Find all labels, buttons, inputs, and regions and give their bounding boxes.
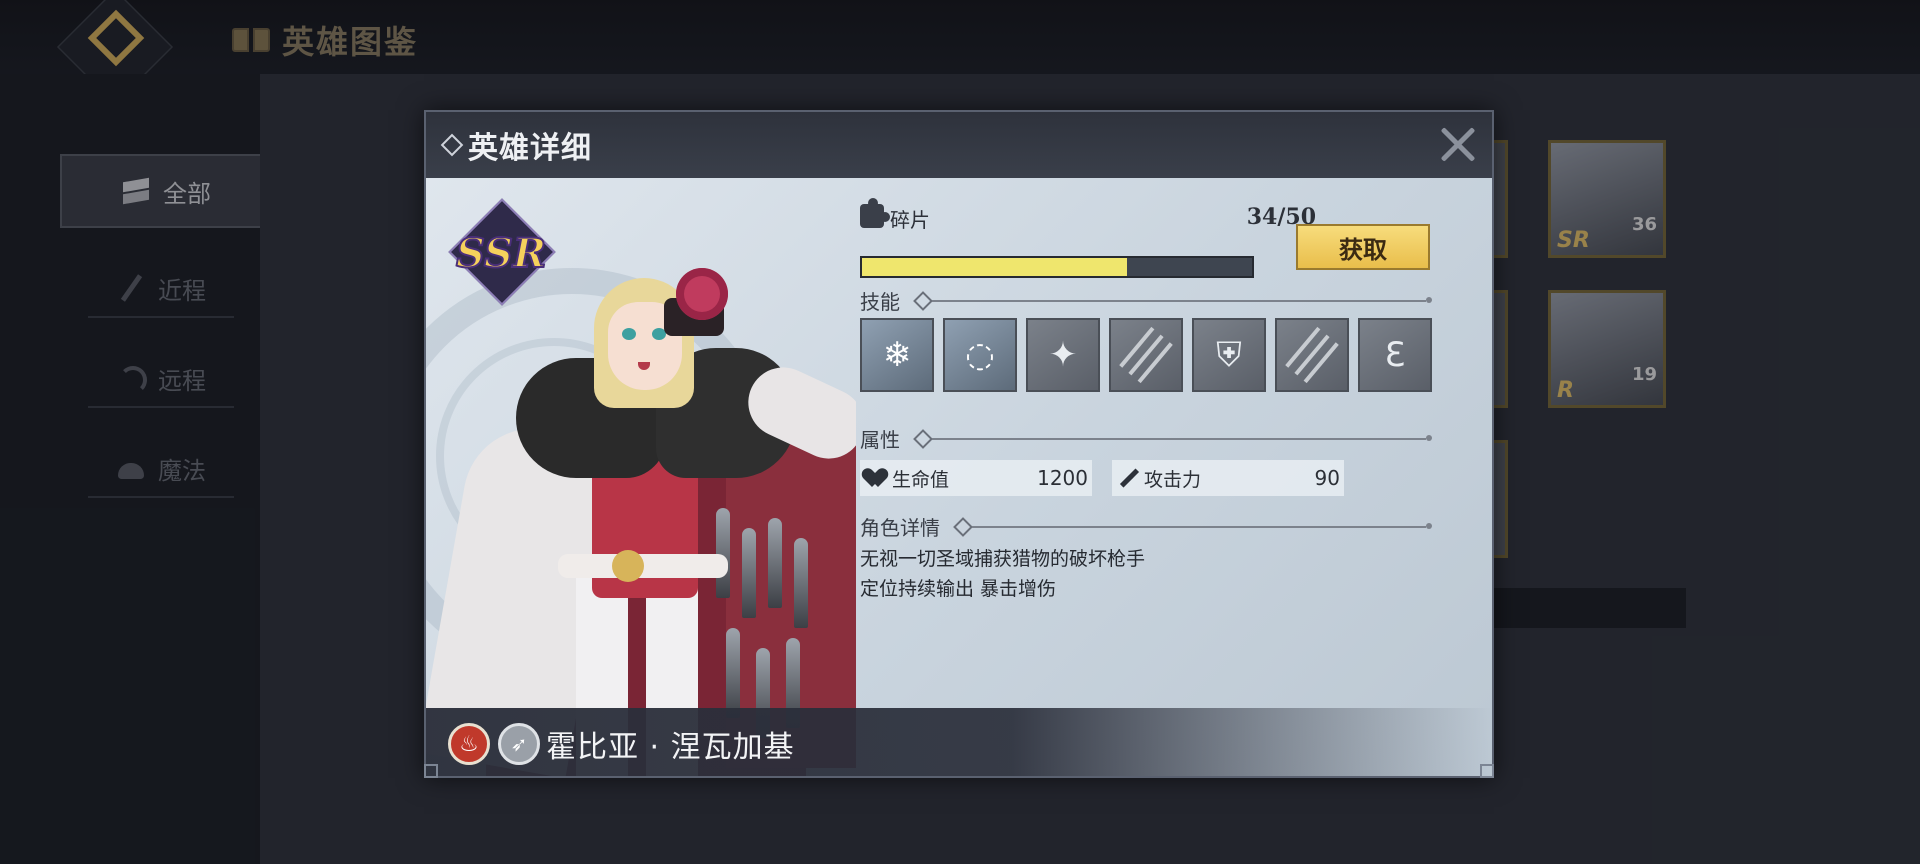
divider bbox=[1426, 297, 1432, 303]
slash-mark bbox=[1137, 342, 1173, 384]
fragment-label: 碎片 bbox=[890, 208, 930, 232]
knife-icon bbox=[794, 538, 808, 628]
attack-value: 90 bbox=[1314, 466, 1340, 490]
skills-section-header: 技能 bbox=[858, 284, 1438, 314]
rose-icon bbox=[676, 268, 728, 320]
corner-ornament bbox=[1480, 764, 1494, 778]
dialog-body: SSR 碎片 34/50 获取 技能 ❄ ◌ ✦ ⛨ Ɛ 属性 生命值 1200… bbox=[426, 178, 1492, 776]
details-label: 角色详情 bbox=[860, 516, 940, 540]
hero-info-panel: 碎片 34/50 获取 技能 ❄ ◌ ✦ ⛨ Ɛ 属性 生命值 1200 攻击力… bbox=[858, 178, 1478, 708]
rarity-badge: SSR bbox=[455, 229, 547, 278]
impact-icon[interactable]: ✦ bbox=[1026, 318, 1100, 392]
heart-icon bbox=[866, 467, 888, 489]
divider bbox=[932, 438, 1426, 440]
divider bbox=[1426, 523, 1432, 529]
fragment-progress-fill bbox=[862, 258, 1128, 276]
skills-label: 技能 bbox=[860, 290, 900, 314]
triple-slash-icon[interactable] bbox=[1275, 318, 1349, 392]
hero-figure bbox=[622, 328, 636, 340]
details-section-header: 角色详情 bbox=[858, 510, 1438, 540]
dialog-title: 英雄详细 bbox=[468, 131, 592, 166]
corner-ornament bbox=[424, 764, 438, 778]
slash-mark bbox=[1303, 342, 1339, 384]
bow-icon: ➶ bbox=[498, 723, 540, 765]
broken-shield-icon[interactable]: ⛨ bbox=[1192, 318, 1266, 392]
hp-value: 1200 bbox=[1037, 466, 1088, 490]
divider bbox=[1426, 435, 1432, 441]
attributes-section-header: 属性 bbox=[858, 422, 1438, 452]
hp-label: 生命值 bbox=[892, 468, 950, 491]
hp-stat: 生命值 1200 bbox=[860, 460, 1092, 496]
skill-list: ❄ ◌ ✦ ⛨ Ɛ bbox=[860, 318, 1432, 392]
detail-line: 定位持续输出 暴击增伤 bbox=[860, 578, 1057, 600]
hero-name-bar: ♨ ➶ 霍比亚 · 涅瓦加基 bbox=[426, 708, 1492, 776]
puzzle-piece-icon bbox=[860, 198, 890, 228]
vortex-icon[interactable]: ◌ bbox=[943, 318, 1017, 392]
knife-icon bbox=[726, 628, 740, 718]
attack-label: 攻击力 bbox=[1144, 468, 1202, 491]
divider bbox=[972, 526, 1426, 528]
hero-figure bbox=[612, 550, 644, 582]
fragment-row: 碎片 34/50 获取 bbox=[858, 198, 1458, 278]
diamond-icon bbox=[953, 517, 973, 537]
knife-icon bbox=[768, 518, 782, 608]
attack-stat: 攻击力 90 bbox=[1112, 460, 1344, 496]
divider bbox=[932, 300, 1426, 302]
hero-portrait: SSR bbox=[426, 178, 856, 776]
hero-detail-dialog: 英雄详细 SSR 碎片 34/50 获取 技能 ❄ ◌ ✦ ⛨ Ɛ 属性 生命值… bbox=[424, 110, 1494, 778]
fragment-progress-bar bbox=[860, 256, 1254, 278]
hero-name: 霍比亚 · 涅瓦加基 bbox=[546, 730, 795, 765]
diamond-icon bbox=[913, 291, 933, 311]
claw-icon[interactable]: Ɛ bbox=[1358, 318, 1432, 392]
attributes-label: 属性 bbox=[860, 428, 900, 452]
detail-line: 无视一切圣域捕获猎物的破坏枪手 bbox=[860, 548, 1146, 570]
get-button[interactable]: 获取 bbox=[1296, 224, 1430, 270]
knife-icon bbox=[716, 508, 730, 598]
sword-icon bbox=[1118, 467, 1140, 489]
diamond-icon bbox=[440, 133, 464, 157]
fire-icon: ♨ bbox=[448, 723, 490, 765]
dialog-header: 英雄详细 bbox=[426, 112, 1492, 180]
ice-shards-icon[interactable]: ❄ bbox=[860, 318, 934, 392]
diamond-icon bbox=[913, 429, 933, 449]
triple-slash-icon[interactable] bbox=[1109, 318, 1183, 392]
knife-icon bbox=[742, 528, 756, 618]
close-icon[interactable] bbox=[1438, 124, 1478, 164]
